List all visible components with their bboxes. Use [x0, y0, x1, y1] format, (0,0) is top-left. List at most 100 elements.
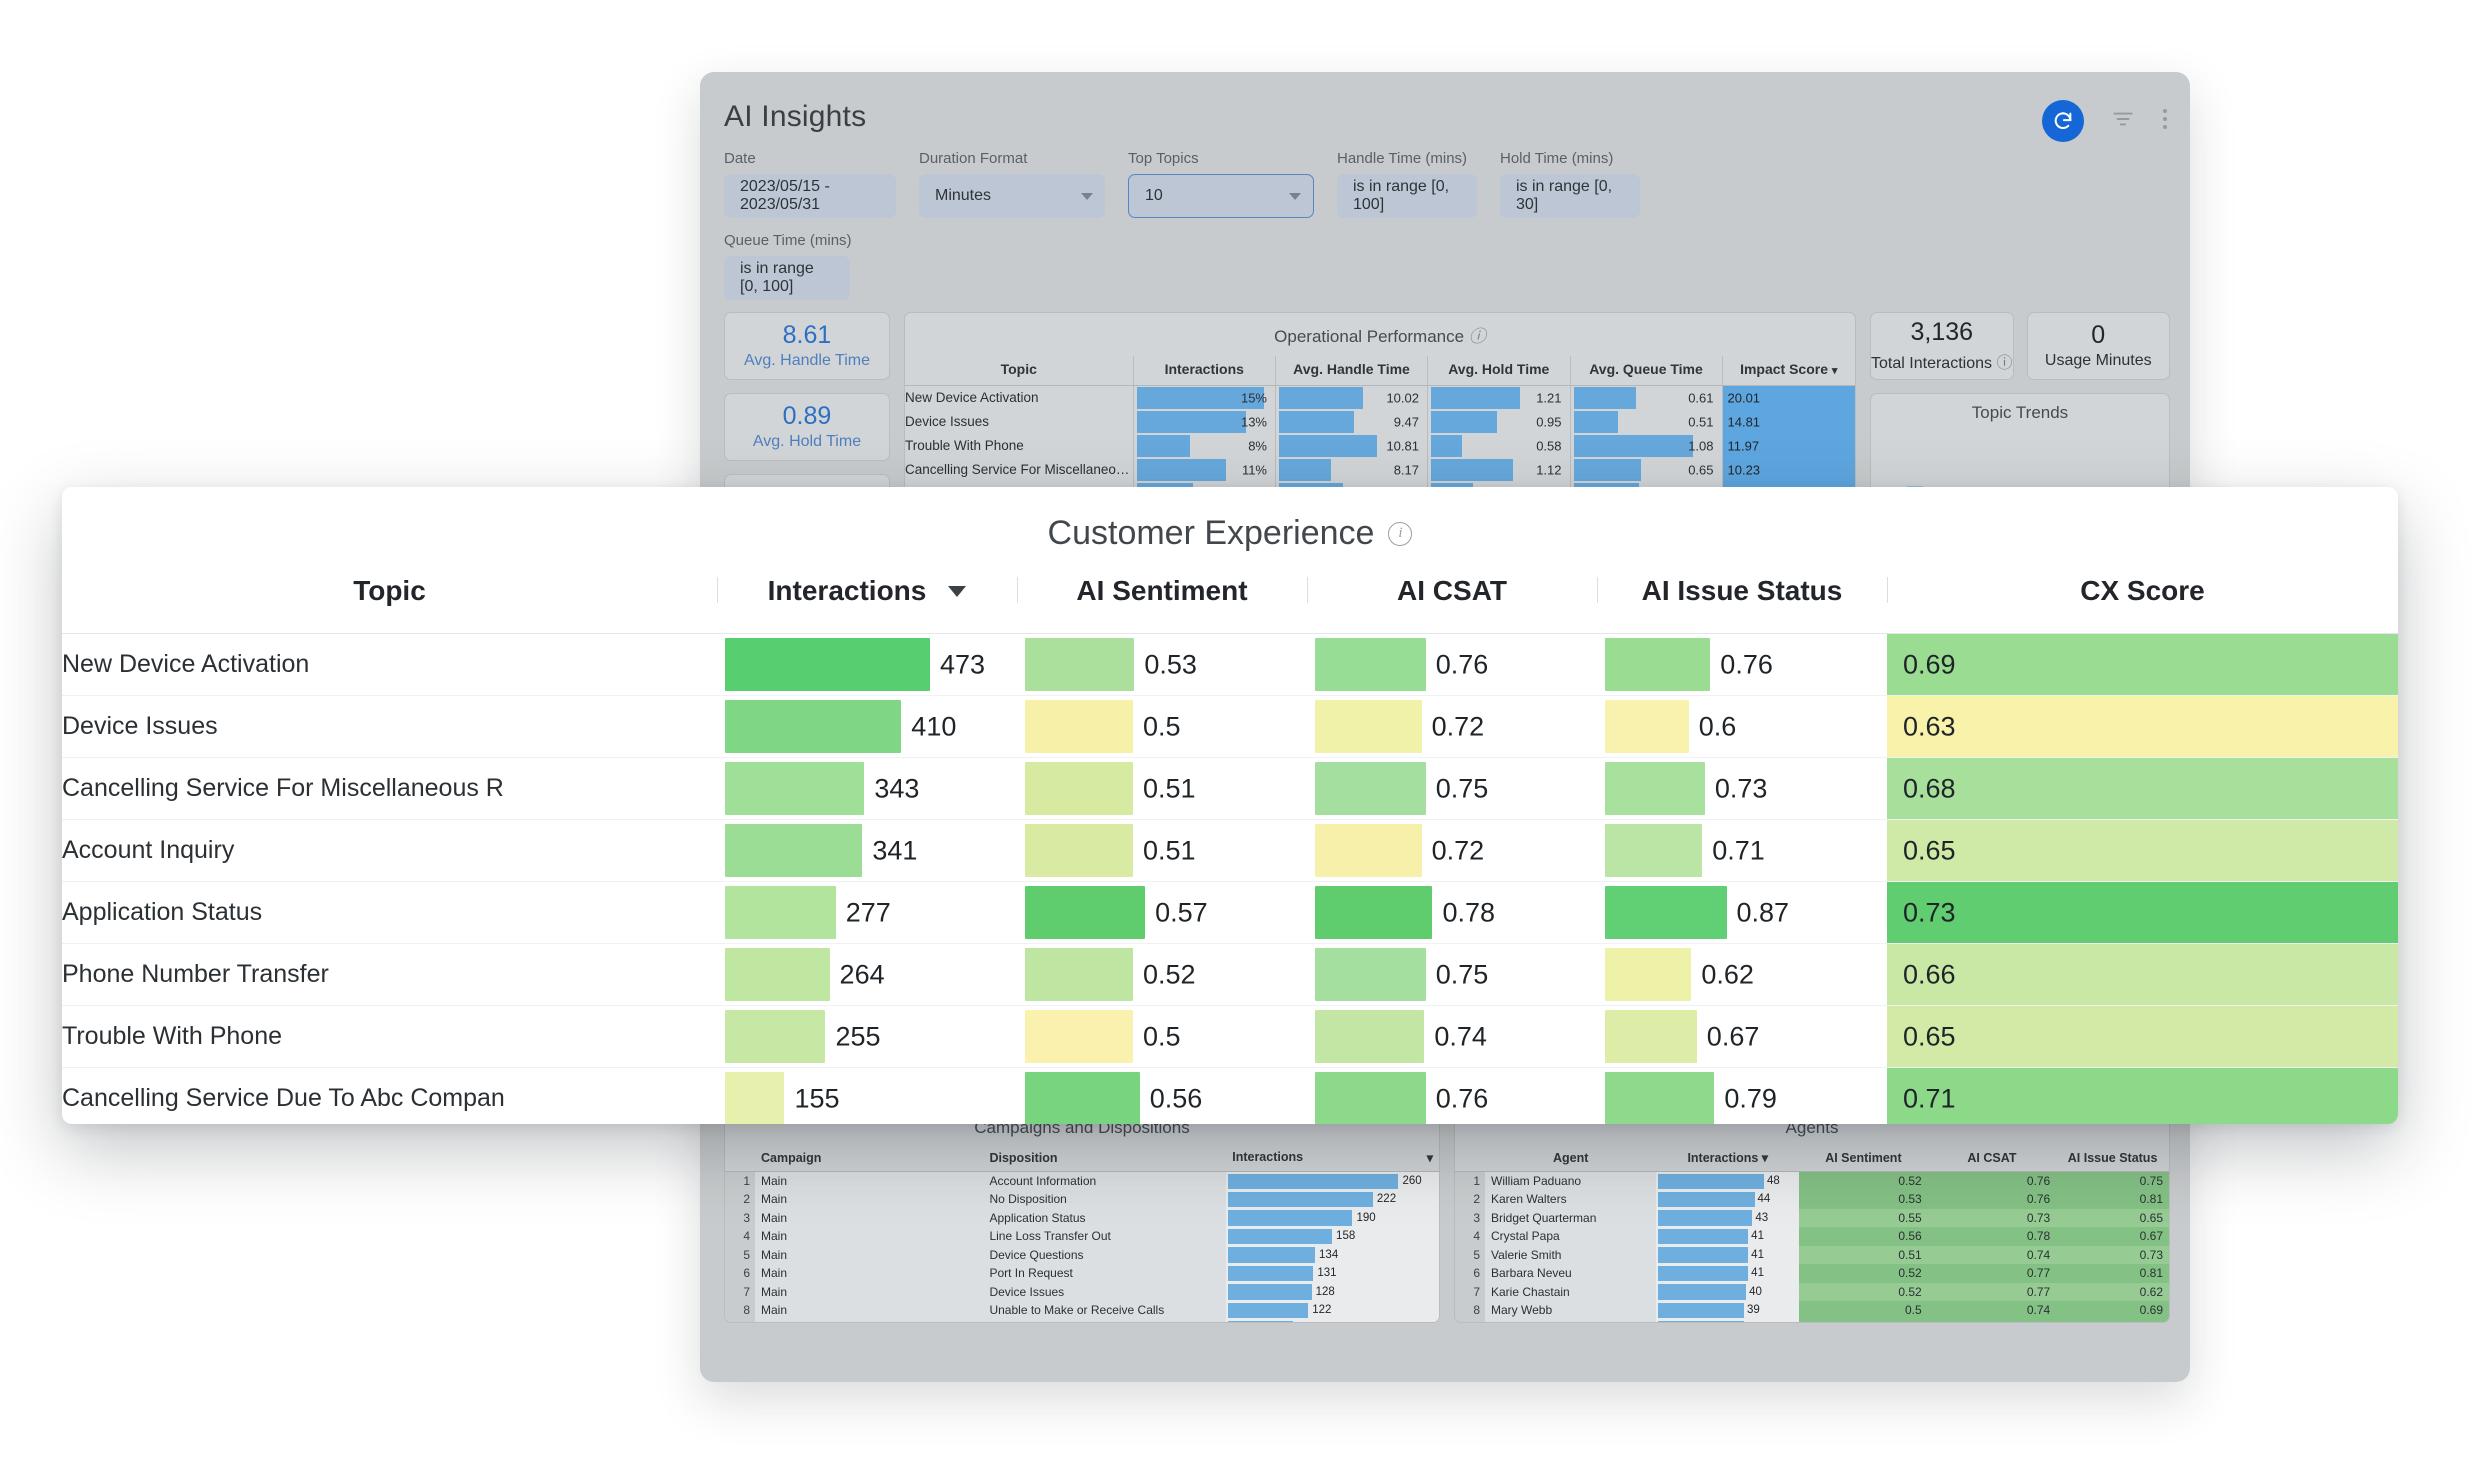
metric-cell: 14.81 — [1721, 409, 1855, 434]
metric-cell: 10.81 — [1275, 433, 1428, 458]
bar — [1228, 1228, 1333, 1244]
table-row[interactable]: Phone Number Transfer 264 0.52 0.75 0.62… — [62, 943, 2398, 1006]
table-row[interactable]: 5 Valerie Smith 41 0.51 0.74 0.73 — [1455, 1245, 2169, 1264]
cx-score-cell: 0.71 — [1887, 1067, 2398, 1124]
agent-col-csat[interactable]: AI CSAT — [1927, 1147, 2057, 1172]
cx-col-topic[interactable]: Topic — [62, 575, 717, 634]
cx-col-ai-issue-status[interactable]: AI Issue Status — [1597, 575, 1887, 634]
table-row[interactable]: 8 Mary Webb 39 0.5 0.74 0.69 — [1455, 1301, 2169, 1320]
table-row[interactable]: 7 Main Device Issues 128 — [725, 1282, 1439, 1301]
table-row[interactable]: Trouble With Phone 255 0.5 0.74 0.67 0.6… — [62, 1005, 2398, 1068]
bar — [1228, 1173, 1399, 1189]
bar — [1279, 434, 1377, 457]
cx-col-ai-csat[interactable]: AI CSAT — [1307, 575, 1597, 634]
table-row[interactable]: 3 Bridget Quarterman 43 0.55 0.73 0.65 — [1455, 1208, 2169, 1227]
cell-value: 0.73 — [1903, 897, 1956, 927]
cx-col-interactions[interactable]: Interactions — [717, 575, 1017, 634]
table-row[interactable]: New Device Activation 473 0.53 0.76 0.76… — [62, 634, 2398, 696]
table-row[interactable]: Cancelling Service For Miscellaneous R 3… — [62, 757, 2398, 820]
table-row[interactable]: 4 Crystal Papa 41 0.56 0.78 0.67 — [1455, 1227, 2169, 1246]
table-row[interactable]: Account Inquiry 341 0.51 0.72 0.71 0.65 — [62, 819, 2398, 882]
row-index: 6 — [725, 1264, 755, 1283]
hold-time-filter[interactable]: is in range [0, 30] — [1500, 174, 1640, 218]
agent-col-agent[interactable]: Agent — [1485, 1147, 1657, 1172]
op-col-queue[interactable]: Avg. Queue Time — [1569, 356, 1722, 386]
bar — [1315, 1010, 1425, 1063]
info-icon[interactable]: i — [1388, 521, 1413, 546]
interactions-cell: 100 — [1226, 1319, 1439, 1322]
date-input[interactable]: 2023/05/15 - 2023/05/31 — [724, 174, 896, 218]
op-col-handle[interactable]: Avg. Handle Time — [1275, 356, 1428, 386]
kpi-label: Avg. Handle Time — [744, 352, 870, 369]
op-col-topic[interactable]: Topic — [905, 356, 1133, 386]
table-row[interactable]: 1 Main Account Information 260 — [725, 1171, 1439, 1190]
camp-col-interactions[interactable]: Interactions ▾ — [1226, 1147, 1439, 1172]
info-icon[interactable]: ⓘ — [1469, 327, 1486, 346]
op-col-interactions[interactable]: Interactions — [1132, 356, 1276, 386]
top-topics-select[interactable]: 10 — [1128, 174, 1314, 218]
op-col-impact[interactable]: Impact Score ▾ — [1721, 356, 1855, 386]
handle-time-filter[interactable]: is in range [0, 100] — [1337, 174, 1477, 218]
csat-cell: 0.78 — [1927, 1227, 2057, 1246]
table-row[interactable]: 3 Main Application Status 190 — [725, 1208, 1439, 1227]
bar — [1228, 1191, 1373, 1207]
table-row[interactable]: 6 Main Port In Request 131 — [725, 1264, 1439, 1283]
table-row[interactable]: 9 Peter Murphy 39 0.51 0.76 0.69 — [1455, 1319, 2169, 1322]
more-vertical-icon[interactable] — [2162, 107, 2168, 136]
cell-value: 11% — [1241, 462, 1267, 477]
camp-col-campaign[interactable]: Campaign — [755, 1147, 984, 1172]
table-row[interactable]: 1 William Paduano 48 0.52 0.76 0.75 — [1455, 1171, 2169, 1190]
table-row[interactable]: Cancelling Service For Miscellaneou... 1… — [905, 457, 1855, 482]
op-col-hold[interactable]: Avg. Hold Time — [1427, 356, 1570, 386]
table-row[interactable]: New Device Activation 15% 10.02 1.21 0.6… — [905, 385, 1855, 410]
kpi-total-interactions[interactable]: 3,136 Total Interactions ⓘ — [1870, 312, 2014, 380]
duration-format-select[interactable]: Minutes — [919, 174, 1105, 218]
cx-col-cx-score[interactable]: CX Score — [1887, 575, 2398, 634]
cell-value: 13% — [1240, 414, 1267, 429]
metric-cell: 15% — [1132, 385, 1276, 410]
cell-value: 0.62 — [1701, 959, 1754, 989]
table-row[interactable]: 2 Main No Disposition 222 — [725, 1190, 1439, 1209]
queue-time-filter[interactable]: is in range [0, 100] — [724, 256, 850, 300]
issue-status-cell: 0.69 — [2056, 1301, 2169, 1320]
filter-icon[interactable] — [2110, 106, 2136, 137]
table-row[interactable]: Device Issues 410 0.5 0.72 0.6 0.63 — [62, 695, 2398, 758]
refresh-icon[interactable] — [2042, 100, 2084, 142]
agent-col-issue[interactable]: AI Issue Status — [2056, 1147, 2169, 1172]
filter-label: Queue Time (mins) — [724, 232, 852, 249]
score-fill — [1887, 820, 2398, 881]
table-row[interactable]: Application Status 277 0.57 0.78 0.87 0.… — [62, 881, 2398, 944]
kpi-usage-minutes[interactable]: 0 Usage Minutes — [2026, 312, 2170, 380]
agent-col-sentiment[interactable]: AI Sentiment — [1799, 1147, 1928, 1172]
camp-col-disposition[interactable]: Disposition — [983, 1147, 1227, 1172]
ai-issue-status-cell: 0.87 — [1597, 881, 1887, 944]
kpi-avg-hold-time[interactable]: 0.89 Avg. Hold Time — [724, 393, 890, 461]
cell-value: 0.67 — [1706, 1021, 1760, 1051]
table-row[interactable]: Trouble With Phone 8% 10.81 0.58 1.08 11… — [905, 433, 1855, 458]
bar — [1658, 1247, 1749, 1263]
info-icon[interactable]: ⓘ — [1996, 355, 2012, 372]
ai-csat-cell: 0.72 — [1307, 695, 1597, 758]
interactions-cell: 255 — [717, 1005, 1017, 1068]
kpi-avg-handle-time[interactable]: 8.61 Avg. Handle Time — [724, 312, 890, 380]
table-row[interactable]: 7 Karie Chastain 40 0.52 0.77 0.62 — [1455, 1282, 2169, 1301]
table-row[interactable]: 9 Main Unable to Connect to the Internet… — [725, 1319, 1439, 1322]
table-row[interactable]: Cancelling Service Due To Abc Compan 155… — [62, 1067, 2398, 1124]
disposition-cell: Account Information — [983, 1171, 1227, 1190]
table-row[interactable]: 8 Main Unable to Make or Receive Calls 1… — [725, 1301, 1439, 1320]
table-row[interactable]: 5 Main Device Questions 134 — [725, 1245, 1439, 1264]
customer-experience-body: New Device Activation 473 0.53 0.76 0.76… — [62, 634, 2398, 1124]
filter-row-1: Date 2023/05/15 - 2023/05/31 Duration Fo… — [724, 150, 2170, 218]
topic-cell: New Device Activation — [62, 650, 310, 678]
kpi-label: Avg. Hold Time — [752, 433, 862, 450]
agent-col-interactions[interactable]: Interactions ▾ — [1656, 1147, 1800, 1172]
table-row[interactable]: Device Issues 13% 9.47 0.95 0.51 14.81 — [905, 409, 1855, 434]
table-row[interactable]: 4 Main Line Loss Transfer Out 158 — [725, 1227, 1439, 1246]
cx-col-ai-sentiment[interactable]: AI Sentiment — [1017, 575, 1307, 634]
metric-cell: 1.21 — [1427, 385, 1570, 410]
cell-value: 10.23 — [1727, 462, 1761, 477]
bar — [1025, 700, 1133, 753]
table-row[interactable]: 2 Karen Walters 44 0.53 0.76 0.81 — [1455, 1190, 2169, 1209]
table-row[interactable]: 6 Barbara Neveu 41 0.52 0.77 0.81 — [1455, 1264, 2169, 1283]
bar — [1605, 1010, 1697, 1063]
